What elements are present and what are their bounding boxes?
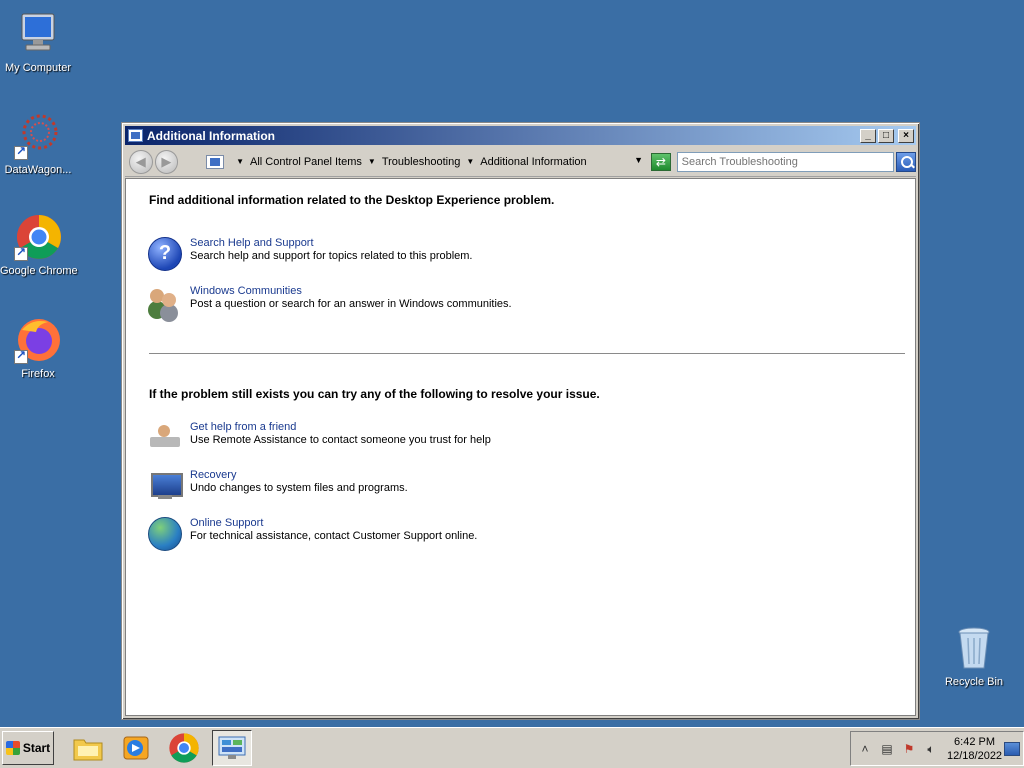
chevron-down-icon[interactable]: ▼ — [236, 157, 244, 166]
search-icon[interactable] — [896, 151, 916, 172]
search-help-link[interactable]: Search Help and Support — [190, 237, 473, 250]
windows-communities-link[interactable]: Windows Communities — [190, 285, 512, 298]
desktop-icon-label: Recycle Bin — [944, 676, 1004, 688]
start-label: Start — [22, 741, 51, 755]
windows-communities-description: Post a question or search for an answer … — [190, 298, 512, 310]
shortcut-arrow-icon — [14, 348, 28, 364]
desktop-icon-label: Firefox — [21, 368, 55, 380]
remote-assistance-icon — [148, 421, 182, 455]
taskbar-explorer[interactable] — [68, 730, 108, 766]
search-input[interactable] — [676, 151, 895, 172]
chevron-down-icon[interactable]: ▼ — [466, 157, 474, 166]
list-item-get-help-friend: Get help from a friend Use Remote Assist… — [148, 421, 491, 455]
address-bar: ◀ ▶ ▼ All Control Panel Items ▼ Troubles… — [125, 147, 916, 177]
start-button[interactable]: Start — [2, 731, 54, 765]
get-help-friend-link[interactable]: Get help from a friend — [190, 421, 491, 434]
taskbar-control-panel[interactable] — [212, 730, 252, 766]
chrome-icon — [14, 213, 62, 261]
shortcut-arrow-icon — [14, 245, 28, 261]
recycle-bin-icon — [950, 624, 998, 672]
clock[interactable]: 6:42 PM 12/18/2022 — [947, 735, 1002, 763]
firefox-icon — [14, 316, 62, 364]
clock-time: 6:42 PM — [954, 735, 996, 748]
desktop-icon-datawagon[interactable]: DataWagon... — [0, 112, 76, 176]
window-titlebar[interactable]: Additional Information _ □ × — [125, 126, 916, 145]
refresh-button[interactable]: ⇄ — [651, 152, 671, 171]
desktop-icon-label: My Computer — [4, 62, 72, 74]
recovery-icon — [148, 469, 183, 503]
window-title: Additional Information — [147, 128, 275, 143]
recovery-description: Undo changes to system files and program… — [190, 482, 408, 494]
section-divider — [149, 353, 905, 354]
search-help-description: Search help and support for topics relat… — [190, 250, 473, 262]
breadcrumb-additional-information[interactable]: Additional Information — [480, 156, 586, 168]
desktop-icon-my-computer[interactable]: My Computer — [0, 10, 76, 74]
help-icon: ? — [148, 237, 182, 271]
chrome-icon — [169, 733, 199, 763]
people-icon — [148, 285, 182, 319]
list-item-online-support: Online Support For technical assistance,… — [148, 517, 477, 551]
control-panel-icon — [206, 154, 225, 169]
troubleshooting-window: Additional Information _ □ × ◀ ▶ ▼ All C… — [121, 122, 920, 720]
taskbar-chrome[interactable] — [164, 730, 204, 766]
list-item-search-help: ? Search Help and Support Search help an… — [148, 237, 473, 271]
control-panel-icon — [218, 736, 246, 759]
maximize-button[interactable]: □ — [878, 128, 894, 143]
taskbar: Start ˄ ▤ ⚑ 🔈︎ 6:42 PM 12/18/2022 — [0, 727, 1024, 768]
datawagon-icon — [14, 112, 62, 160]
show-desktop-icon[interactable] — [1004, 742, 1020, 756]
list-item-recovery: Recovery Undo changes to system files an… — [148, 469, 408, 503]
desktop-icon-recycle-bin[interactable]: Recycle Bin — [936, 624, 1012, 688]
desktop-icon-label: Google Chrome — [0, 265, 78, 277]
forward-button[interactable]: ▶ — [154, 149, 179, 174]
section-heading-resolve: If the problem still exists you can try … — [149, 387, 600, 401]
get-help-friend-description: Use Remote Assistance to contact someone… — [190, 434, 491, 446]
volume-icon[interactable]: 🔈︎ — [923, 741, 939, 757]
online-support-description: For technical assistance, contact Custom… — [190, 530, 478, 542]
system-tray: ˄ ▤ ⚑ 🔈︎ 6:42 PM 12/18/2022 — [850, 731, 1024, 766]
windows-logo-icon — [5, 741, 20, 755]
media-player-icon — [123, 736, 149, 760]
action-center-flag-icon[interactable]: ⚑ — [901, 741, 917, 757]
show-hidden-icons-icon[interactable]: ˄ — [857, 741, 873, 757]
section-heading-additional-info: Find additional information related to t… — [149, 193, 555, 207]
online-support-link[interactable]: Online Support — [190, 517, 477, 530]
back-button[interactable]: ◀ — [129, 149, 153, 174]
taskbar-media-player[interactable] — [116, 730, 156, 766]
globe-icon — [148, 517, 182, 551]
desktop-icon-firefox[interactable]: Firefox — [0, 316, 76, 380]
folder-icon — [73, 739, 103, 761]
desktop-icon-google-chrome[interactable]: Google Chrome — [0, 213, 78, 277]
breadcrumb[interactable]: ▼ All Control Panel Items ▼ Troubleshoot… — [206, 150, 644, 173]
shortcut-arrow-icon — [14, 144, 28, 160]
computer-icon — [14, 10, 62, 58]
clock-date: 12/18/2022 — [947, 749, 1003, 762]
breadcrumb-troubleshooting[interactable]: Troubleshooting — [382, 156, 460, 168]
recovery-link[interactable]: Recovery — [190, 469, 408, 482]
list-item-windows-communities: Windows Communities Post a question or s… — [148, 285, 512, 319]
chevron-down-icon[interactable]: ▼ — [368, 157, 376, 166]
control-panel-icon — [128, 129, 143, 142]
minimize-button[interactable]: _ — [860, 128, 876, 143]
content-pane: Find additional information related to t… — [125, 178, 916, 716]
breadcrumb-all-control-panel-items[interactable]: All Control Panel Items — [250, 156, 362, 168]
close-button[interactable]: × — [898, 128, 914, 143]
network-icon[interactable]: ▤ — [879, 741, 895, 757]
address-dropdown-icon[interactable]: ▼ — [634, 155, 643, 165]
desktop-icon-label: DataWagon... — [4, 164, 72, 176]
